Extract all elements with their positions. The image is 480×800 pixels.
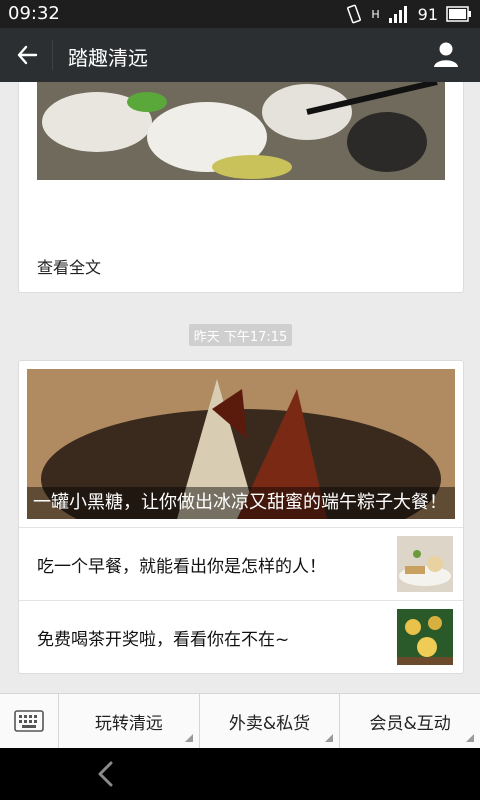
submenu-indicator-icon [325,734,334,742]
battery-icon [446,6,471,22]
header-divider [52,40,53,70]
list-item-thumbnail [397,536,453,592]
list-item-label: 吃一个早餐，就能看出你是怎样的人！ [37,557,326,577]
list-item[interactable]: 吃一个早餐，就能看出你是怎样的人！ [19,527,463,600]
list-item[interactable]: 免费喝茶开奖啦，看看你在不在~ [19,600,463,673]
status-bar: 09:32 H 91 [0,0,480,28]
app-header: 踏趣清远 [0,28,480,82]
signal-icon [388,6,407,23]
bottom-menu-bar: 玩转清远 外卖&私货 会员&互动 [0,693,480,748]
back-button[interactable] [12,40,42,70]
menu-label: 玩转清远 [94,713,163,734]
page-title: 踏趣清远 [68,46,148,70]
hero-article[interactable]: 一罐小黑糖，让你做出冰凉又甜蜜的端午粽子大餐！ [27,369,455,519]
article-photo [37,82,445,180]
submenu-indicator-icon [466,734,475,742]
profile-button[interactable] [430,38,462,70]
menu-label: 会员&互动 [369,713,451,734]
vibrate-icon [347,4,362,24]
status-time: 09:32 [8,3,60,24]
list-item-label: 免费喝茶开奖啦，看看你在不在~ [37,630,290,650]
back-arrow-icon [17,45,38,65]
hero-title: 一罐小黑糖，让你做出冰凉又甜蜜的端午粽子大餐！ [27,487,455,519]
menu-membership[interactable]: 会员&互动 [340,694,480,748]
menu-play-qingyuan[interactable]: 玩转清远 [59,694,200,748]
menu-takeout[interactable]: 外卖&私货 [200,694,341,748]
system-nav-bar [0,748,480,800]
message-timestamp: 昨天 下午17:15 [189,324,292,346]
system-back-button[interactable] [94,760,118,788]
status-icons: H 91 [345,4,472,24]
news-card: 一罐小黑糖，让你做出冰凉又甜蜜的端午粽子大餐！ 吃一个早餐，就能看出你是怎样的人… [18,360,464,674]
nav-back-icon [98,761,113,787]
read-all-link[interactable]: 查看全文 [37,254,101,278]
keyboard-icon [14,710,44,732]
submenu-indicator-icon [184,734,193,742]
signal-type-label: H [371,7,380,21]
user-icon [434,42,458,67]
article-card[interactable]: 查看全文 [18,82,464,293]
list-item-thumbnail [397,609,453,665]
keyboard-toggle-button[interactable] [0,694,59,748]
menu-label: 外卖&私货 [228,713,311,734]
battery-percent: 91 [417,4,438,24]
